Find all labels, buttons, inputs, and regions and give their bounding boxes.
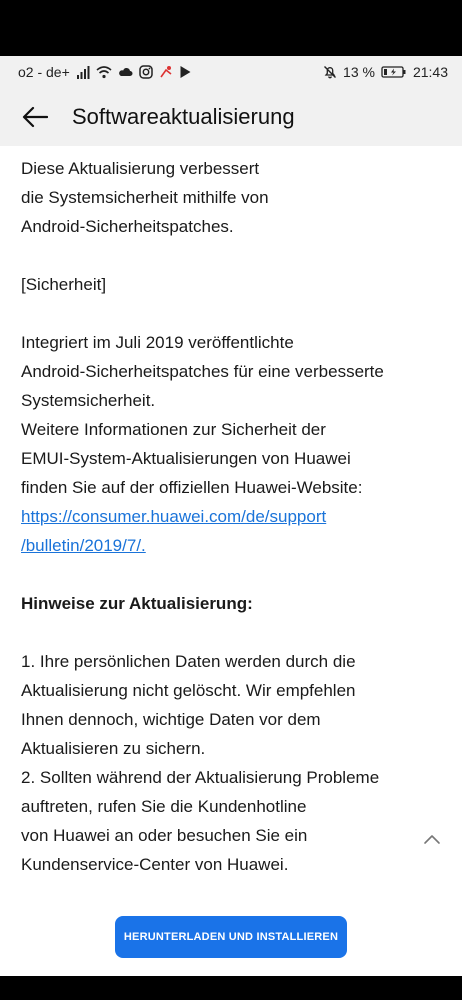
notes-line: 1. Ihre persönlichen Daten werden durch …: [21, 652, 356, 671]
carrier-label: o2 - de+: [18, 64, 70, 80]
back-button[interactable]: [6, 88, 64, 146]
release-notes[interactable]: Diese Aktualisierung verbessert die Syst…: [0, 146, 462, 886]
security-line: finden Sie auf der offiziellen Huawei-We…: [21, 478, 363, 497]
status-left: o2 - de+: [18, 64, 192, 80]
footer: HERUNTERLADEN UND INSTALLIEREN: [0, 886, 462, 976]
security-line: Weitere Informationen zur Sicherheit der: [21, 420, 326, 439]
cloud-icon: [118, 68, 133, 76]
chevron-up-icon: [424, 835, 440, 844]
battery-percent: 13 %: [343, 64, 375, 80]
notes-line: Ihnen dennoch, wichtige Daten vor dem: [21, 710, 321, 729]
signal-icon: [76, 66, 90, 79]
status-bar: o2 - de+ 13 % 21:43: [0, 56, 462, 88]
notes-heading: Hinweise zur Aktualisierung:: [21, 594, 253, 613]
battery-icon: [381, 66, 406, 78]
security-line: Android-Sicherheitspatches für eine verb…: [21, 362, 384, 381]
intro-line: Android-Sicherheitspatches.: [21, 217, 234, 236]
bottom-bezel: [0, 976, 462, 1000]
screen: o2 - de+ 13 % 21:43 Softwareaktualisieru…: [0, 56, 462, 976]
notes-line: Aktualisieren zu sichern.: [21, 739, 206, 758]
security-line: Integriert im Juli 2019 veröffentlichte: [21, 333, 294, 352]
top-bezel: [0, 0, 462, 56]
notes-line: auftreten, rufen Sie die Kundenhotline: [21, 797, 307, 816]
collapse-button[interactable]: [422, 830, 442, 850]
app-bar: Softwareaktualisierung: [0, 88, 462, 146]
security-line: EMUI-System-Aktualisierungen von Huawei: [21, 449, 351, 468]
wifi-icon: [96, 66, 112, 79]
intro-line: Diese Aktualisierung verbessert: [21, 159, 260, 178]
notes-line: Aktualisierung nicht gelöscht. Wir empfe…: [21, 681, 356, 700]
security-line: Systemsicherheit.: [21, 391, 156, 410]
status-right: 13 % 21:43: [323, 64, 448, 80]
instagram-icon: [139, 65, 153, 79]
mute-icon: [324, 66, 337, 79]
security-heading: [Sicherheit]: [21, 275, 107, 294]
security-bulletin-link[interactable]: https://consumer.huawei.com/de/support: [21, 502, 432, 531]
security-bulletin-link-cont[interactable]: /bulletin/2019/7/.: [21, 531, 432, 560]
clock: 21:43: [412, 64, 448, 80]
notification-icon: [160, 66, 172, 78]
notes-line: 2. Sollten während der Aktualisierung Pr…: [21, 768, 380, 787]
arrow-left-icon: [22, 106, 48, 128]
page-title: Softwareaktualisierung: [72, 104, 295, 129]
play-store-icon: [180, 66, 191, 78]
download-install-button[interactable]: HERUNTERLADEN UND INSTALLIEREN: [115, 916, 347, 958]
intro-line: die Systemsicherheit mithilfe von: [21, 188, 269, 207]
notes-line: Kundenservice-Center von Huawei.: [21, 855, 289, 874]
notes-line: von Huawei an oder besuchen Sie ein: [21, 826, 308, 845]
